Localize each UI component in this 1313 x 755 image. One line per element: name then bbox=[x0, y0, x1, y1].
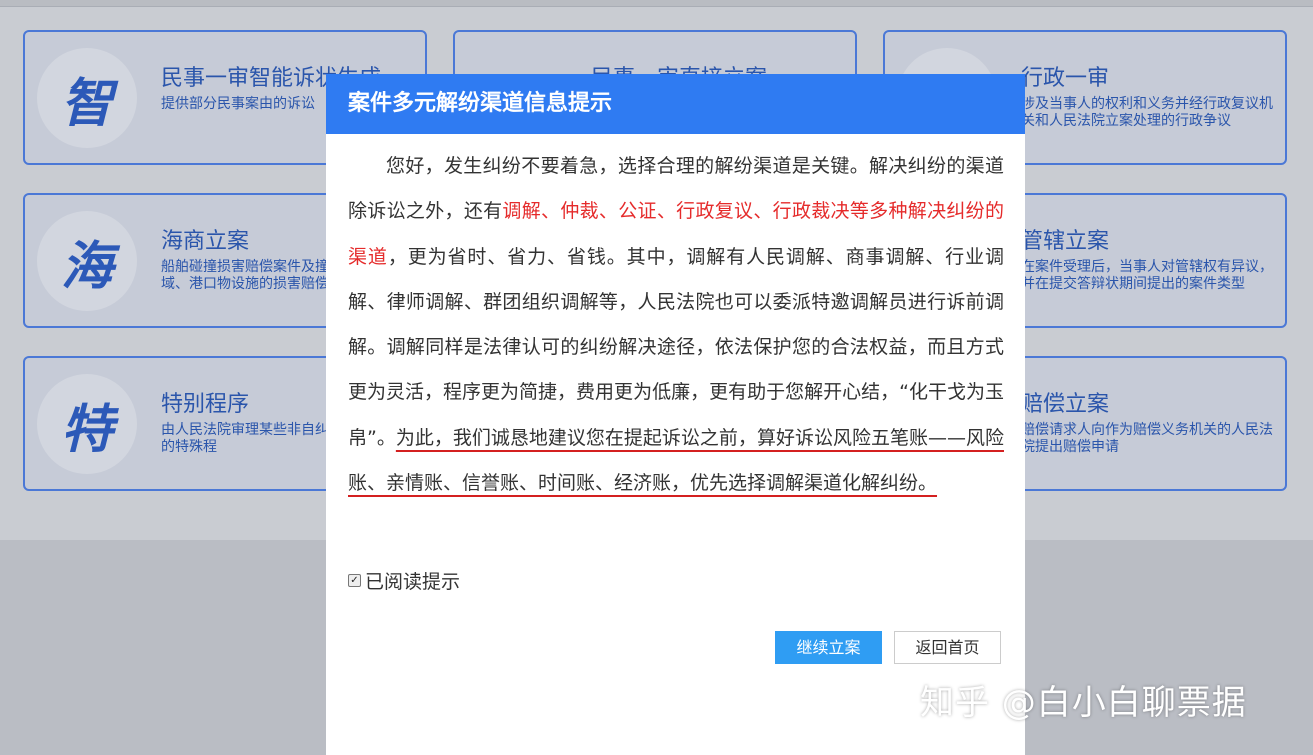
card-desc: 在案件受理后，当事人对管辖权有异议，并在提交答辩状期间提出的案件类型 bbox=[1021, 259, 1273, 292]
back-home-button[interactable]: 返回首页 bbox=[894, 631, 1001, 664]
checkbox-checked-icon[interactable]: ✓ bbox=[348, 574, 361, 587]
modal-title: 案件多元解纷渠道信息提示 bbox=[326, 74, 1025, 134]
modal-message: 您好，发生纠纷不要着急，选择合理的解纷渠道是关键。解决纠纷的渠道除诉讼之外，还有… bbox=[348, 144, 1004, 506]
card-title: 赔偿立案 bbox=[1021, 392, 1110, 417]
read-label: 已阅读提示 bbox=[365, 571, 461, 593]
card-title: 海商立案 bbox=[161, 229, 250, 254]
card-title: 行政一审 bbox=[1021, 66, 1110, 91]
recommendation-text: 为此，我们诚恳地建议您在提起诉讼之前，算好诉讼风险五笔账——风险账、亲情账、信誉… bbox=[348, 426, 1004, 495]
card-title: 管辖立案 bbox=[1021, 229, 1110, 254]
continue-filing-button[interactable]: 继续立案 bbox=[775, 631, 882, 664]
card-desc: 赔偿请求人向作为赔偿义务机关的人民法院提出赔偿申请 bbox=[1021, 422, 1273, 455]
message-text: ，更为省时、省力、省钱。其中，调解有人民调解、商事调解、行业调解、律师调解、群团… bbox=[348, 245, 1004, 449]
te-icon: 特 bbox=[37, 374, 137, 474]
card-desc: 涉及当事人的权利和义务并经行政复议机关和人民法院立案处理的行政争议 bbox=[1021, 96, 1273, 129]
card-title: 特别程序 bbox=[161, 392, 250, 417]
hai-icon: 海 bbox=[37, 211, 137, 311]
dispute-resolution-modal: 案件多元解纷渠道信息提示 您好，发生纠纷不要着急，选择合理的解纷渠道是关键。解决… bbox=[326, 74, 1025, 755]
watermark: 知乎 @白小白聊票据 bbox=[920, 683, 1247, 723]
zhi-icon: 智 bbox=[37, 48, 137, 148]
read-confirmation[interactable]: ✓ 已阅读提示 bbox=[348, 567, 460, 594]
top-bar bbox=[0, 0, 1313, 7]
